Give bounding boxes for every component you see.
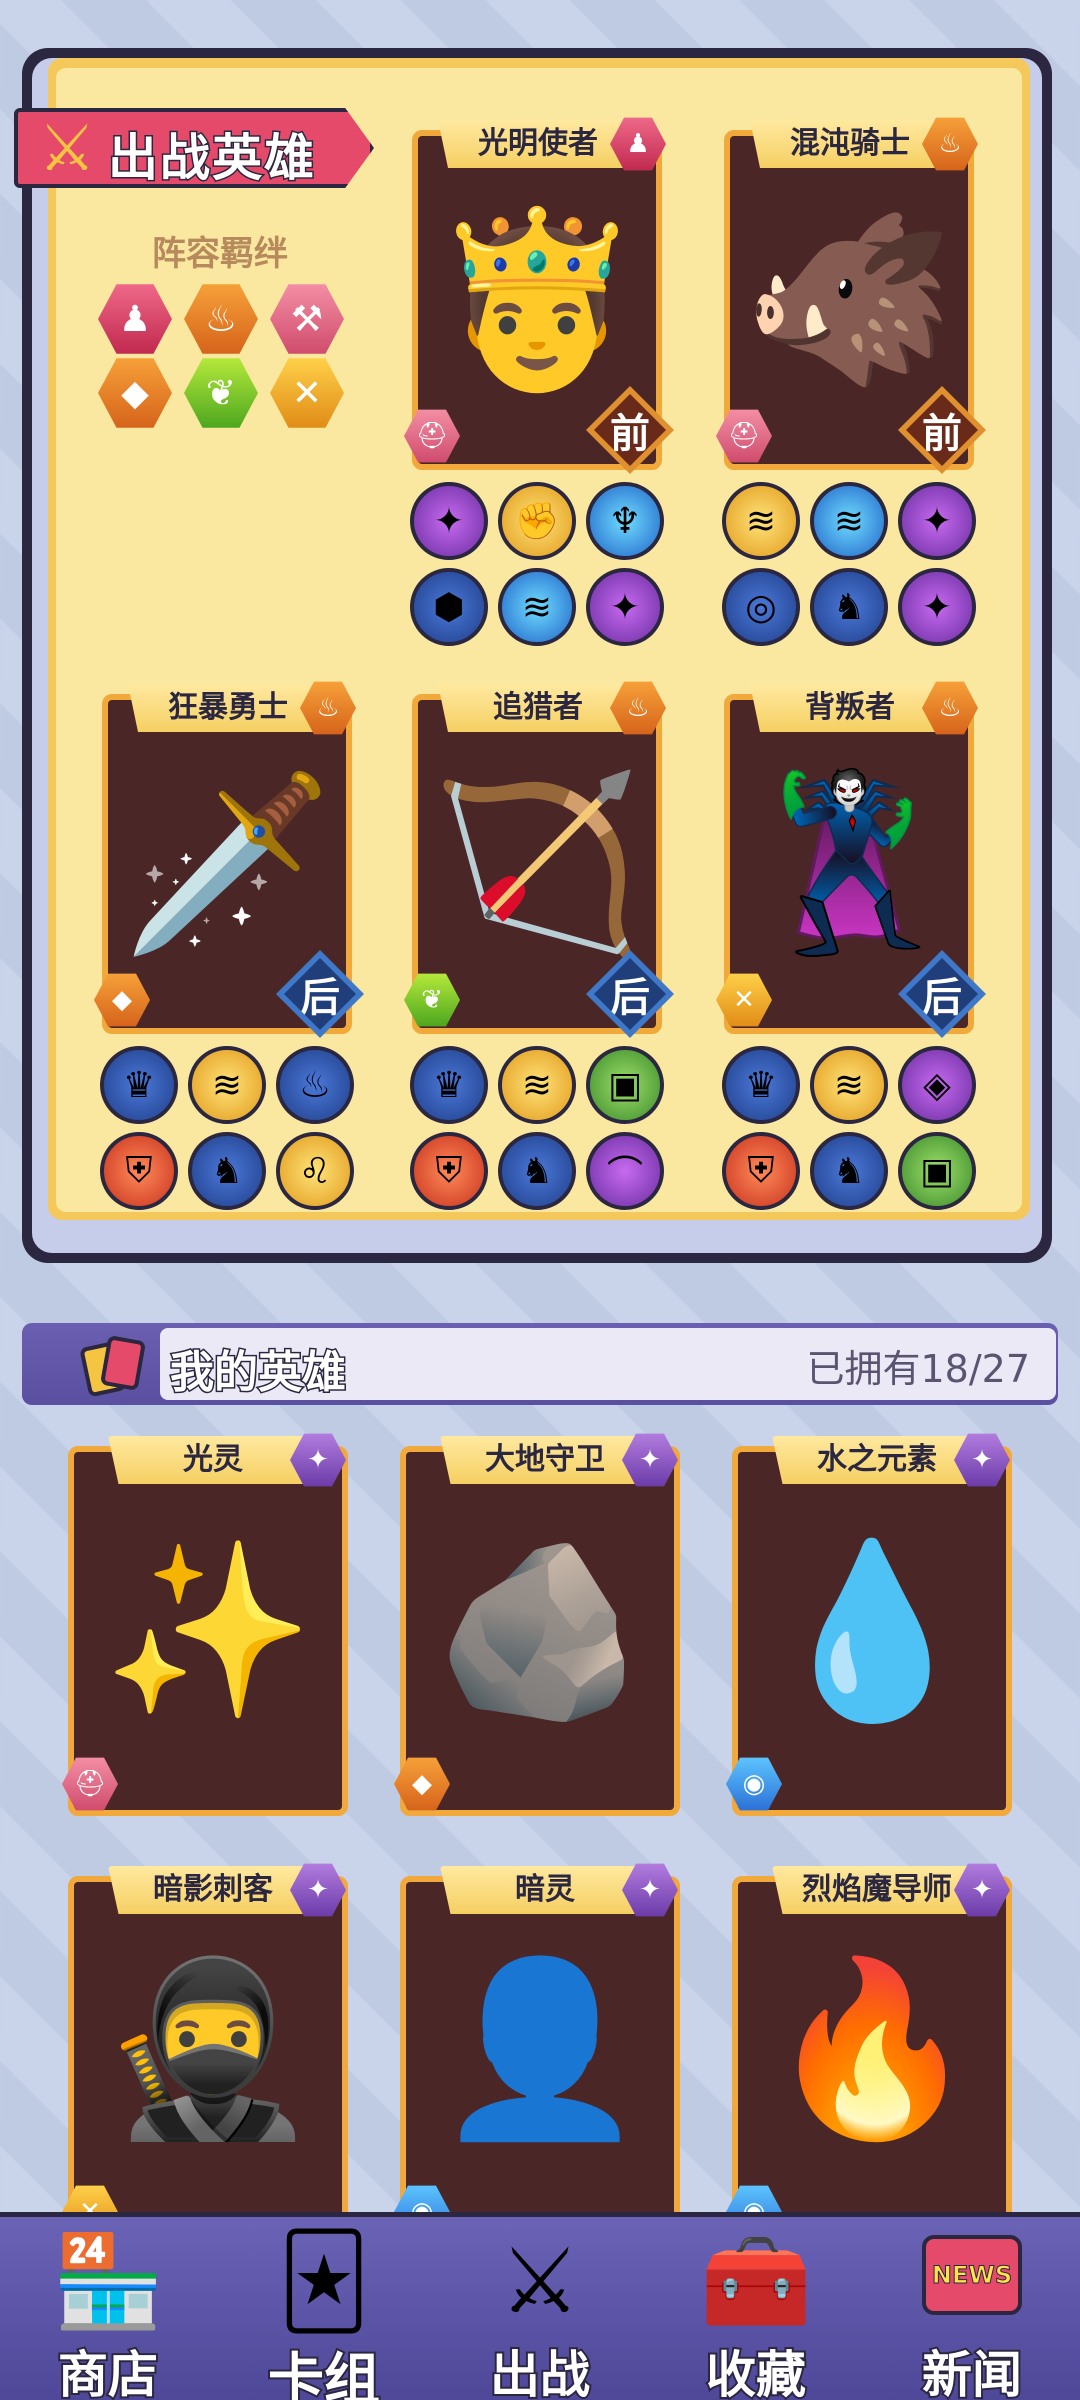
nav-collection-label: 收藏 [704,2344,808,2400]
gauntlet-icon[interactable]: ✊ [498,482,576,560]
claw-icon[interactable]: ≋ [188,1046,266,1124]
void-icon[interactable]: ◈ [898,1046,976,1124]
warrior-icon[interactable]: ♞ [188,1132,266,1210]
hero-portrait: 👤 [434,1950,646,2148]
hero-name: 光灵 [108,1436,318,1484]
deploy-title: 出战英雄 [107,128,316,189]
wings-icon[interactable]: ✦ [898,568,976,646]
bottom-nav: 🏪 商店 🃏 卡组 ⚔ 出战 🧰 收藏 NEWS 新闻 [0,2212,1080,2400]
hero-portrait: ✨ [102,1532,314,1730]
owned-hero-card[interactable]: ✨ 光灵 ✦ ⛑ [62,1433,352,1816]
deck-icon: 🃏 [277,2229,371,2334]
hero-name: 背叛者 [750,684,950,732]
crossed-swords-icon: ⚔ [38,112,96,186]
nav-news[interactable]: NEWS 新闻 [864,2217,1080,2400]
shield-icon[interactable]: ⛨ [722,1132,800,1210]
hero-portrait: 🥷 [102,1950,314,2148]
hero-name: 暗灵 [440,1866,650,1914]
hero-name: 水之元素 [772,1436,982,1484]
hero-card[interactable]: 🥷 [68,1876,348,2222]
wings-icon[interactable]: ✦ [898,482,976,560]
totem-icon[interactable]: ♆ [586,482,664,560]
owned-count: 已拥有18/27 [806,1347,1030,1391]
gem-icon[interactable]: ⬢ [410,568,488,646]
position-label: 前 [610,411,650,457]
bond-label: 阵容羁绊 [152,234,288,274]
hero-name: 光明使者 [438,120,638,168]
nav-collection[interactable]: 🧰 收藏 [648,2217,864,2400]
hero-name: 烈焰魔导师 [772,1866,982,1914]
nav-news-label: 新闻 [920,2344,1024,2400]
dragon-icon[interactable]: ≋ [810,482,888,560]
stone-icon[interactable]: ◎ [722,568,800,646]
warrior-icon[interactable]: ♞ [498,1132,576,1210]
treasure-chest-icon: 🧰 [699,2229,813,2334]
position-label: 后 [610,975,650,1021]
spellbook-icon[interactable]: ▣ [586,1046,664,1124]
dragon-icon[interactable]: ≋ [498,568,576,646]
wings-icon[interactable]: ✦ [586,568,664,646]
hero-portrait: 🔥 [766,1950,978,2148]
nav-deck-label: 卡组 [266,2346,382,2400]
lion-icon[interactable]: ♌ [276,1132,354,1210]
tv-news-icon: NEWS [922,2235,1022,2315]
spellbook-icon[interactable]: ▣ [898,1132,976,1210]
shield-icon[interactable]: ⛨ [100,1132,178,1210]
hero-portrait: 🪨 [434,1532,646,1730]
hero-name: 大地守卫 [440,1436,650,1484]
deployed-hero-slot[interactable]: 🤴 光明使者 ♟ ⛑ 前 ✦ ✊ ♆ ⬢ ≋ ✦ [404,117,674,646]
deployed-hero-slot[interactable]: 🗡️ 狂暴勇士 ♨ ◆ 后 ♛ ≋ ♨ ⛨ ♞ ♌ [94,681,364,1210]
hero-name: 暗影刺客 [108,1866,318,1914]
warrior-icon[interactable]: ♞ [810,1132,888,1210]
nav-shop-label: 商店 [56,2344,160,2400]
hero-card[interactable]: 💧 [732,1446,1012,1816]
shop-icon: 🏪 [51,2229,165,2334]
deployed-hero-slot[interactable]: 🦹 背叛者 ♨ ✕ 后 ♛ ≋ ◈ ⛨ ♞ ▣ [716,681,986,1210]
crossed-swords-icon: ⚔ [499,2229,581,2334]
bow-icon[interactable]: ⌒ [586,1132,664,1210]
nav-deck[interactable]: 🃏 卡组 [216,2217,432,2400]
demon-icon[interactable]: ♛ [722,1046,800,1124]
demon-icon[interactable]: ♛ [100,1046,178,1124]
torch-icon[interactable]: ♨ [276,1046,354,1124]
claw-icon[interactable]: ≋ [498,1046,576,1124]
claw-icon[interactable]: ≋ [722,482,800,560]
hero-card[interactable]: ✨ [68,1446,348,1816]
hero-card[interactable]: 👤 [400,1876,680,2222]
wings-icon[interactable]: ✦ [410,482,488,560]
nav-battle-label: 出战 [488,2344,592,2400]
hero-name: 追猎者 [438,684,638,732]
nav-shop[interactable]: 🏪 商店 [0,2217,216,2400]
owned-hero-card[interactable]: 🥷 暗影刺客 ✦ ✕ [62,1863,352,2246]
news-badge: NEWS [931,2261,1013,2290]
owned-hero-card[interactable]: 👤 暗灵 ✦ ◉ [394,1863,684,2246]
warrior-icon[interactable]: ♞ [810,568,888,646]
position-label: 前 [922,411,962,457]
my-heroes-title: 我的英雄 [169,1346,348,1400]
hero-name: 狂暴勇士 [128,684,328,732]
claw-icon[interactable]: ≋ [810,1046,888,1124]
demon-icon[interactable]: ♛ [410,1046,488,1124]
hero-name: 混沌骑士 [750,120,950,168]
deployed-hero-slot[interactable]: 🐗 混沌骑士 ♨ ⛑ 前 ≋ ≋ ✦ ◎ ♞ ✦ [716,117,986,646]
owned-hero-card[interactable]: 🪨 大地守卫 ✦ ◆ [394,1433,684,1816]
position-label: 后 [300,975,340,1021]
owned-hero-card[interactable]: 🔥 烈焰魔导师 ✦ ◉ [726,1863,1016,2246]
hero-card[interactable]: 🔥 [732,1876,1012,2222]
hero-card[interactable]: 🪨 [400,1446,680,1816]
hero-portrait: 💧 [766,1532,978,1730]
shield-icon[interactable]: ⛨ [410,1132,488,1210]
owned-hero-card[interactable]: 💧 水之元素 ✦ ◉ [726,1433,1016,1816]
nav-battle[interactable]: ⚔ 出战 [432,2217,648,2400]
cards-icon [80,1336,145,1397]
deployed-hero-slot[interactable]: 🏹 追猎者 ♨ ❦ 后 ♛ ≋ ▣ ⛨ ♞ ⌒ [404,681,674,1210]
position-label: 后 [922,975,962,1021]
